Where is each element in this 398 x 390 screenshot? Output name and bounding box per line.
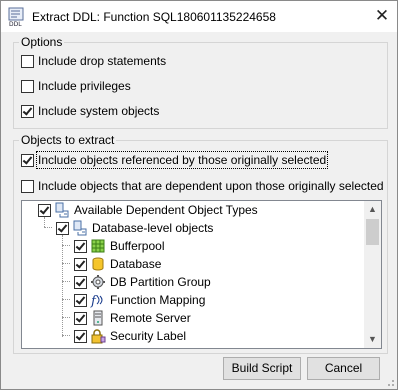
include-referenced-objects[interactable]: Include objects referenced by those orig… (21, 151, 329, 169)
include-referenced-label: Include objects referenced by those orig… (35, 151, 329, 169)
object-type-tree[interactable]: Available Dependent Object Types Databas… (21, 200, 382, 349)
object-types-icon (73, 220, 87, 236)
scroll-up-icon[interactable]: ▲ (364, 201, 381, 218)
include-dependent-objects[interactable]: Include objects that are dependent upon … (21, 178, 384, 194)
tree-root-label: Available Dependent Object Types (74, 203, 258, 217)
close-icon[interactable]: ✕ (373, 7, 391, 24)
include-privileges[interactable]: Include privileges (21, 78, 131, 94)
ddl-app-icon: DDL (8, 7, 24, 27)
database-icon (92, 257, 104, 271)
database-checkbox[interactable] (74, 257, 87, 271)
database-level-checkbox[interactable] (56, 221, 69, 235)
remote-server-label: Remote Server (110, 311, 191, 325)
tree-scrollbar[interactable]: ▲ ▼ (364, 201, 381, 348)
resize-grip-icon[interactable] (385, 377, 395, 387)
remote-server-checkbox[interactable] (74, 311, 87, 325)
bufferpool-label: Bufferpool (110, 239, 165, 253)
include-drop-label: Include drop statements (38, 54, 167, 68)
tree-item-function-mapping[interactable]: f Function Mapping (74, 291, 205, 309)
build-script-button[interactable]: Build Script (223, 357, 301, 380)
object-types-icon (55, 202, 69, 218)
objects-legend: Objects to extract (19, 133, 117, 147)
options-legend: Options (19, 35, 65, 49)
extract-ddl-dialog: DDL Extract DDL: Function SQL18060113522… (0, 0, 398, 390)
include-privileges-checkbox[interactable] (21, 79, 34, 93)
scroll-thumb[interactable] (366, 219, 379, 245)
tree-database-level[interactable]: Database-level objects (56, 219, 213, 237)
svg-text:DDL: DDL (9, 21, 22, 27)
scroll-down-icon[interactable]: ▼ (364, 331, 381, 348)
include-system-label: Include system objects (38, 104, 160, 118)
tree-item-bufferpool[interactable]: Bufferpool (74, 237, 165, 255)
include-system-objects[interactable]: Include system objects (21, 103, 159, 119)
lock-icon (91, 329, 106, 344)
cancel-button[interactable]: Cancel (307, 357, 380, 380)
server-icon (93, 310, 103, 326)
database-label: Database (110, 257, 162, 271)
security-label-checkbox[interactable] (74, 329, 87, 343)
gear-icon (91, 275, 105, 289)
svg-text:f: f (90, 294, 98, 308)
function-mapping-icon: f (90, 294, 103, 308)
tree-item-security-label[interactable]: Security Label (74, 327, 186, 345)
window-title: Extract DDL: Function SQL180601135224658 (32, 10, 276, 24)
bufferpool-checkbox[interactable] (74, 239, 87, 253)
include-referenced-checkbox[interactable] (21, 153, 34, 167)
include-drop-statements[interactable]: Include drop statements (21, 53, 166, 69)
function-mapping-checkbox[interactable] (74, 293, 87, 307)
include-privileges-label: Include privileges (38, 79, 131, 93)
include-dependent-checkbox[interactable] (21, 179, 34, 193)
tree-root-checkbox[interactable] (38, 203, 51, 217)
tree-root[interactable]: Available Dependent Object Types (38, 201, 258, 219)
bufferpool-icon (91, 239, 105, 253)
db-partition-group-label: DB Partition Group (110, 275, 211, 289)
database-level-label: Database-level objects (92, 221, 214, 235)
tree-item-database[interactable]: Database (74, 255, 161, 273)
function-mapping-label: Function Mapping (110, 293, 206, 307)
title-bar: DDL Extract DDL: Function SQL18060113522… (1, 1, 397, 32)
db-partition-group-checkbox[interactable] (74, 275, 87, 289)
tree-item-remote-server[interactable]: Remote Server (74, 309, 191, 327)
security-label-label: Security Label (110, 329, 187, 343)
include-system-checkbox[interactable] (21, 104, 34, 118)
include-dependent-label: Include objects that are dependent upon … (38, 179, 384, 193)
tree-item-db-partition-group[interactable]: DB Partition Group (74, 273, 211, 291)
include-drop-checkbox[interactable] (21, 54, 34, 68)
